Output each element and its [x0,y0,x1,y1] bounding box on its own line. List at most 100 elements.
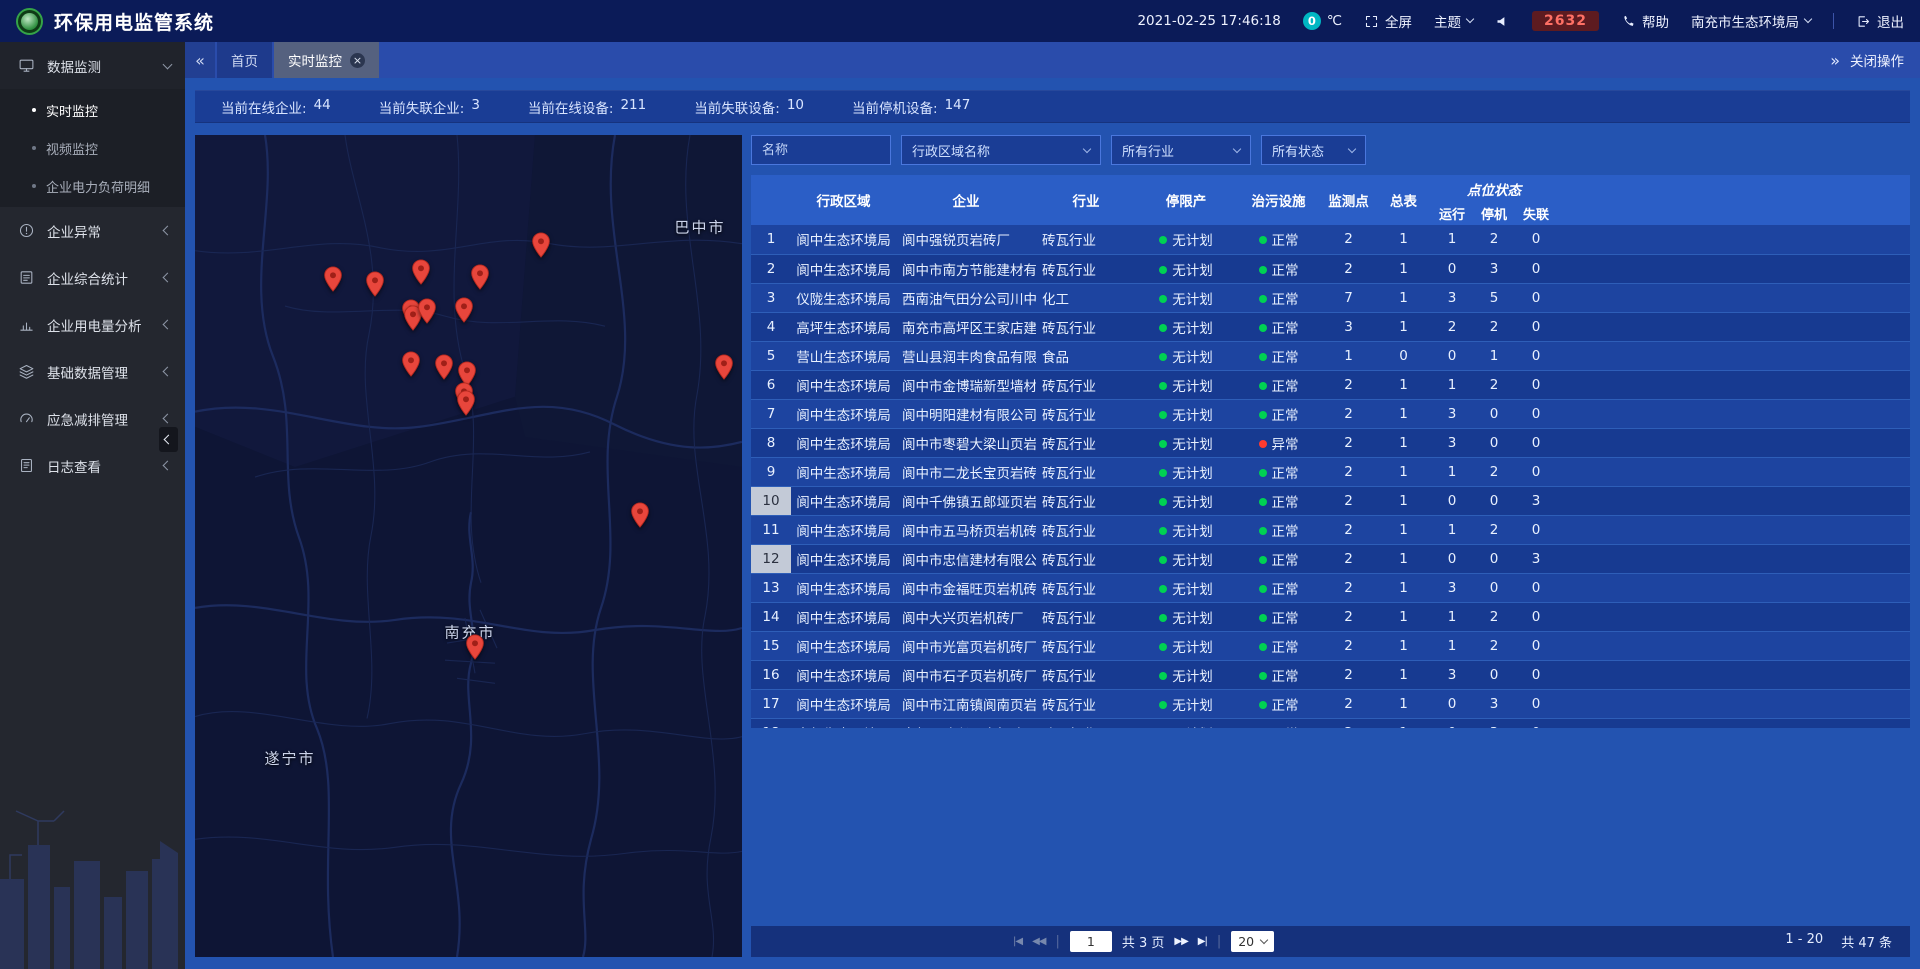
map-collapse-handle[interactable] [159,427,178,452]
table-row[interactable]: 13阆中生态环境局阆中市金福旺页岩机砖砖瓦行业无计划正常21300 [751,573,1910,602]
table-row[interactable]: 16阆中生态环境局阆中市石子页岩机砖厂砖瓦行业无计划正常21300 [751,660,1910,689]
temperature-badge: 0 [1303,12,1321,30]
announcement-icon[interactable] [1495,14,1510,29]
alert-count-badge[interactable]: 2632 [1532,11,1599,31]
cell-company: 营山县润丰肉食品有限 [896,341,1036,370]
chevron-left-icon [163,461,173,471]
map-pin[interactable] [715,354,734,380]
table-row[interactable]: 3仪陇生态环境局西南油气田分公司川中化工无计划正常71350 [751,283,1910,312]
map-pin[interactable] [457,390,476,416]
region-filter-select[interactable]: 行政区域名称 [901,135,1101,165]
status-dot-icon [1259,498,1267,506]
sidebar-item-4[interactable]: 企业用电量分析 [0,301,185,348]
table-row[interactable]: 12阆中生态环境局阆中市忠信建材有限公砖瓦行业无计划正常21003 [751,544,1910,573]
tabs-scroll-right-button[interactable]: » [1830,51,1840,70]
table-body: 1阆中生态环境局阆中强锐页岩砖厂砖瓦行业无计划正常211202阆中生态环境局阆中… [751,225,1910,728]
table-row[interactable]: 9阆中生态环境局阆中市二龙长宝页岩砖砖瓦行业无计划正常21120 [751,457,1910,486]
cell-industry: 食品 [1036,341,1136,370]
chevron-left-icon [163,226,173,236]
map-pin[interactable] [466,634,485,660]
sidebar-item-3[interactable]: 企业综合统计 [0,254,185,301]
sidebar-subitem[interactable]: 企业电力负荷明细 [0,167,185,205]
sidebar-item-1[interactable]: 数据监测 [0,42,185,89]
org-dropdown[interactable]: 南充市生态环境局 [1691,11,1811,31]
table-row[interactable]: 6阆中生态环境局阆中市金博瑞新型墙材砖瓦行业无计划正常21120 [751,370,1910,399]
cell-meters: 1 [1376,428,1431,457]
cell-company: 阆中市二龙长宝页岩砖 [896,457,1036,486]
sidebar-subitem[interactable]: 视频监控 [0,129,185,167]
first-page-button[interactable]: |◀ [1013,936,1022,947]
tabs-scroll-left-button[interactable]: « [185,42,215,78]
map-pin[interactable] [366,271,385,297]
prev-page-button[interactable]: ◀◀ [1032,936,1045,947]
cell-company: 阆中市金博瑞新型墙材 [896,370,1036,399]
cell-stop: 2 [1473,457,1515,486]
sidebar-item-6[interactable]: 应急减排管理 [0,395,185,442]
cell-filler [1557,370,1910,399]
map-pin[interactable] [435,354,454,380]
table-row[interactable]: 15阆中生态环境局阆中市光富页岩机砖厂砖瓦行业无计划正常21120 [751,631,1910,660]
sidebar-subitem[interactable]: 实时监控 [0,91,185,129]
status-filter-select[interactable]: 所有状态 [1261,135,1366,165]
close-icon[interactable]: × [350,53,365,68]
col-index [751,175,791,225]
cell-lost: 0 [1515,689,1557,718]
table-row[interactable]: 18南部生态环境局南部县建兴页岩机砖厂砖瓦行业无计划正常21030 [751,718,1910,728]
table-row[interactable]: 11阆中生态环境局阆中市五马桥页岩机砖砖瓦行业无计划正常21120 [751,515,1910,544]
map-pin[interactable] [455,297,474,323]
status-dot-icon [1259,295,1267,303]
table-row[interactable]: 14阆中生态环境局阆中大兴页岩机砖厂砖瓦行业无计划正常21120 [751,602,1910,631]
map-pin[interactable] [471,264,490,290]
help-button[interactable]: 帮助 [1621,11,1669,31]
cell-facility: 正常 [1236,689,1321,718]
cell-meters: 1 [1376,457,1431,486]
tab-1[interactable]: 首页 [217,42,272,78]
cell-stop: 2 [1473,602,1515,631]
map-pin[interactable] [418,298,437,324]
page-size-select[interactable]: 20 [1231,931,1274,952]
cell-limit: 无计划 [1136,457,1236,486]
close-operations-button[interactable]: 关闭操作 [1850,50,1904,70]
map-pin[interactable] [532,232,551,258]
cell-region: 阆中生态环境局 [791,544,896,573]
table-row[interactable]: 10阆中生态环境局阆中千佛镇五郎垭页岩砖瓦行业无计划正常21003 [751,486,1910,515]
logout-button[interactable]: 退出 [1856,11,1904,31]
sidebar-item-label: 数据监测 [47,56,164,76]
table-row[interactable]: 2阆中生态环境局阆中市南方节能建材有砖瓦行业无计划正常21030 [751,254,1910,283]
sidebar-item-7[interactable]: 日志查看 [0,442,185,489]
last-page-button[interactable]: ▶| [1198,936,1207,947]
cell-industry: 砖瓦行业 [1036,312,1136,341]
page-number-input[interactable] [1070,931,1112,952]
cell-points: 2 [1321,254,1376,283]
name-filter-input[interactable] [762,143,880,158]
map-pin[interactable] [402,351,421,377]
table-row[interactable]: 4高坪生态环境局南充市高坪区王家店建砖瓦行业无计划正常31220 [751,312,1910,341]
industry-filter-select[interactable]: 所有行业 [1111,135,1251,165]
cell-run: 1 [1431,370,1473,399]
cell-run: 0 [1431,254,1473,283]
cell-lost: 0 [1515,573,1557,602]
sidebar-item-2[interactable]: 企业异常 [0,207,185,254]
sidebar-item-5[interactable]: 基础数据管理 [0,348,185,395]
divider [1833,13,1834,29]
table-row[interactable]: 5营山生态环境局营山县润丰肉食品有限食品无计划正常10010 [751,341,1910,370]
table-row[interactable]: 7阆中生态环境局阆中明阳建材有限公司砖瓦行业无计划正常21300 [751,399,1910,428]
status-dot-icon [1159,324,1167,332]
status-dot-icon [1259,469,1267,477]
tab-2[interactable]: 实时监控× [274,42,379,78]
table-row[interactable]: 1阆中生态环境局阆中强锐页岩砖厂砖瓦行业无计划正常21120 [751,225,1910,254]
map-pin[interactable] [412,259,431,285]
map-pin[interactable] [631,502,650,528]
col-filler [1557,175,1910,225]
table-row[interactable]: 17阆中生态环境局阆中市江南镇阆南页岩砖瓦行业无计划正常21030 [751,689,1910,718]
fullscreen-button[interactable]: 全屏 [1364,11,1412,31]
theme-dropdown[interactable]: 主题 [1434,11,1473,31]
map[interactable]: 巴中市南充市遂宁市 [195,135,742,957]
cell-limit: 无计划 [1136,225,1236,254]
map-pin[interactable] [324,266,343,292]
cell-stop: 0 [1473,573,1515,602]
next-page-button[interactable]: ▶▶ [1174,936,1187,947]
cell-filler [1557,689,1910,718]
table-row[interactable]: 8阆中生态环境局阆中市枣碧大梁山页岩砖瓦行业无计划异常21300 [751,428,1910,457]
cell-facility: 正常 [1236,544,1321,573]
